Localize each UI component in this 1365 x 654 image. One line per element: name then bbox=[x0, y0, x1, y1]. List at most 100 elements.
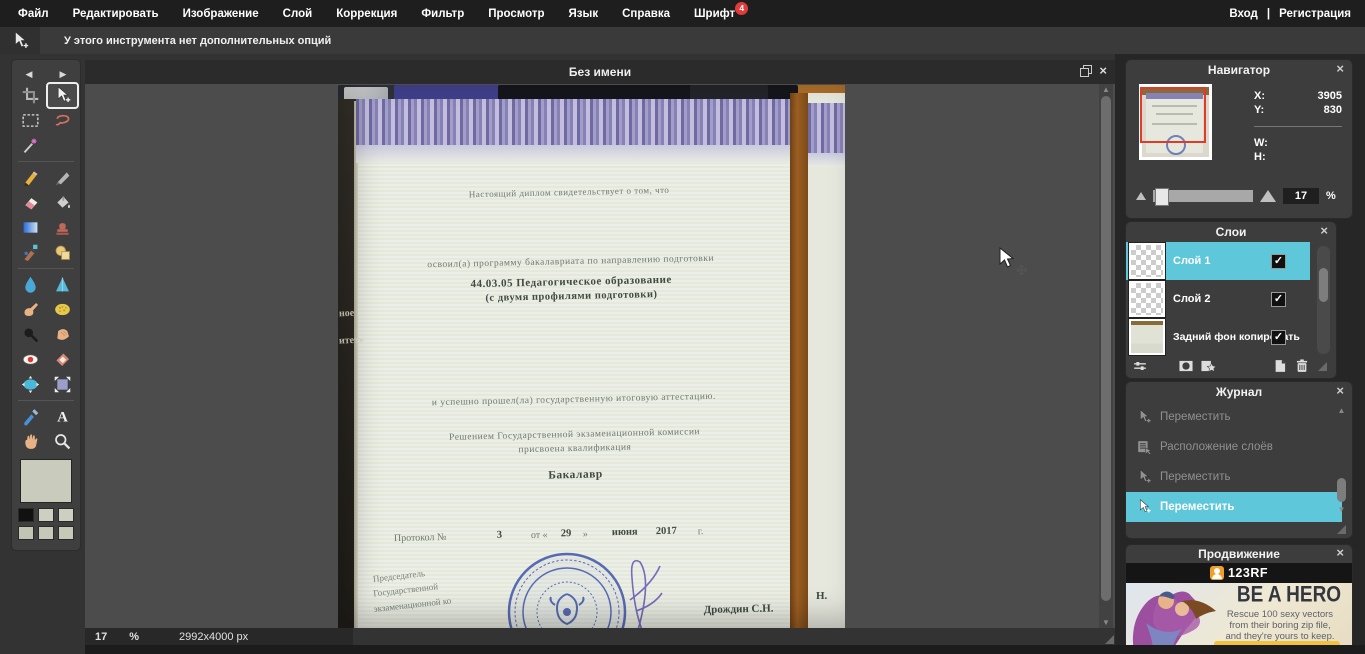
scrollbar-thumb[interactable] bbox=[1101, 96, 1111, 601]
document-title-bar[interactable]: Без имени × bbox=[85, 60, 1115, 84]
tool-magic-wand[interactable] bbox=[16, 134, 45, 157]
canvas-area[interactable]: ное итет» Настоящий диплом свидетельству… bbox=[85, 84, 1115, 628]
login-link[interactable]: Вход bbox=[1229, 8, 1257, 20]
close-document-icon[interactable]: × bbox=[1099, 64, 1107, 77]
register-link[interactable]: Регистрация bbox=[1279, 8, 1351, 20]
mouse-cursor bbox=[998, 247, 1028, 277]
tool-stamp[interactable] bbox=[48, 216, 77, 239]
menu-image[interactable]: Изображение bbox=[183, 8, 259, 20]
color-swatch[interactable] bbox=[18, 526, 34, 540]
tool-pencil[interactable] bbox=[16, 166, 45, 189]
history-resize-handle[interactable] bbox=[1337, 525, 1346, 534]
layer-row[interactable]: Задний фон копировать ✓ bbox=[1126, 318, 1310, 356]
tool-color-brush[interactable] bbox=[16, 241, 45, 264]
history-header[interactable]: Журнал × bbox=[1126, 382, 1352, 402]
color-swatch[interactable] bbox=[58, 526, 74, 540]
zoom-out-mountain-icon[interactable] bbox=[1136, 192, 1146, 200]
history-scroll-down-icon[interactable]: ▼ bbox=[1335, 505, 1348, 514]
layer-row[interactable]: Слой 2 ✓ bbox=[1126, 280, 1310, 318]
canvas-vertical-scrollbar[interactable]: ▲ ▼ bbox=[1099, 84, 1113, 628]
layers-scrollbar[interactable] bbox=[1317, 246, 1330, 354]
color-swatch[interactable] bbox=[18, 508, 34, 522]
layer-styles-icon[interactable] bbox=[1200, 358, 1216, 374]
navigator-close-icon[interactable]: × bbox=[1336, 62, 1344, 75]
tool-red-eye[interactable] bbox=[16, 348, 45, 371]
delete-layer-icon[interactable] bbox=[1294, 358, 1310, 374]
tool-hand[interactable] bbox=[16, 430, 45, 453]
tool-eraser[interactable] bbox=[16, 191, 45, 214]
tool-transform-rect[interactable] bbox=[48, 373, 77, 396]
menu-file[interactable]: Файл bbox=[18, 8, 49, 20]
palette-prev-arrow[interactable]: ◀ bbox=[26, 69, 33, 80]
zoom-slider-handle[interactable] bbox=[1155, 188, 1169, 206]
tool-text[interactable] bbox=[48, 405, 77, 428]
menu-help[interactable]: Справка bbox=[622, 8, 670, 20]
history-item-active[interactable]: Переместить bbox=[1126, 492, 1342, 522]
menu-edit[interactable]: Редактировать bbox=[73, 8, 159, 20]
history-scrollbar[interactable]: ▲ ▼ bbox=[1335, 406, 1348, 514]
tool-move[interactable] bbox=[48, 84, 77, 107]
palette-next-arrow[interactable]: ▶ bbox=[60, 69, 67, 80]
tool-smudge[interactable] bbox=[16, 298, 45, 321]
foreground-color-swatch[interactable] bbox=[20, 459, 72, 503]
tool-blur[interactable] bbox=[16, 273, 45, 296]
tool-burn[interactable] bbox=[16, 323, 45, 346]
history-item[interactable]: Переместить bbox=[1126, 462, 1352, 492]
menu-filter[interactable]: Фильтр bbox=[421, 8, 464, 20]
layer-visibility-checkbox[interactable]: ✓ bbox=[1271, 254, 1286, 269]
promo-close-icon[interactable]: × bbox=[1336, 546, 1344, 559]
layers-resize-handle[interactable] bbox=[1318, 362, 1327, 371]
menu-font[interactable]: Шрифт4 bbox=[694, 8, 735, 20]
zoom-in-mountain-icon[interactable] bbox=[1260, 190, 1276, 202]
tool-shapes[interactable] bbox=[48, 241, 77, 264]
history-scrollbar-thumb[interactable] bbox=[1337, 478, 1346, 502]
menu-layer[interactable]: Слой bbox=[283, 8, 313, 20]
tool-dodge[interactable] bbox=[48, 323, 77, 346]
menu-view[interactable]: Просмотр bbox=[488, 8, 544, 20]
history-item[interactable]: Переместить bbox=[1126, 402, 1352, 432]
tool-crop[interactable] bbox=[16, 84, 45, 107]
tool-zoom[interactable] bbox=[48, 430, 77, 453]
navigator-view-rect[interactable] bbox=[1140, 87, 1206, 143]
new-layer-icon[interactable] bbox=[1272, 358, 1288, 374]
tool-marquee[interactable] bbox=[16, 109, 45, 132]
tool-heal[interactable] bbox=[48, 348, 77, 371]
color-swatch[interactable] bbox=[38, 508, 54, 522]
font-notification-badge: 4 bbox=[735, 2, 748, 15]
scroll-up-icon[interactable]: ▲ bbox=[1099, 85, 1113, 94]
restore-window-icon[interactable] bbox=[1080, 65, 1091, 76]
tool-lasso[interactable] bbox=[48, 109, 77, 132]
advert-banner[interactable]: BE A HERO Rescue 100 sexy vectors from t… bbox=[1126, 583, 1352, 654]
tool-sponge[interactable] bbox=[48, 298, 77, 321]
scroll-down-icon[interactable]: ▼ bbox=[1099, 618, 1113, 627]
layer-visibility-checkbox[interactable]: ✓ bbox=[1271, 330, 1286, 345]
history-close-icon[interactable]: × bbox=[1336, 384, 1344, 397]
window-resize-handle[interactable] bbox=[1105, 635, 1114, 644]
color-swatch[interactable] bbox=[38, 526, 54, 540]
promo-header[interactable]: Продвижение × bbox=[1126, 545, 1352, 563]
layer-visibility-checkbox[interactable]: ✓ bbox=[1271, 292, 1286, 307]
navigator-thumbnail[interactable] bbox=[1139, 84, 1212, 160]
layers-close-icon[interactable]: × bbox=[1320, 224, 1328, 237]
history-item[interactable]: Расположение слоёв bbox=[1126, 432, 1352, 462]
layer-row[interactable]: Слой 1 ✓ bbox=[1126, 242, 1310, 280]
status-zoom-value[interactable]: 17 bbox=[95, 631, 107, 643]
zoom-slider[interactable] bbox=[1153, 190, 1253, 202]
layers-header[interactable]: Слои × bbox=[1126, 222, 1336, 242]
tool-transform-ellipse[interactable] bbox=[16, 373, 45, 396]
layer-mask-icon[interactable] bbox=[1178, 358, 1194, 374]
diploma-photo[interactable]: ное итет» Настоящий диплом свидетельству… bbox=[338, 85, 845, 628]
navigator-header[interactable]: Навигатор × bbox=[1126, 60, 1352, 80]
tool-gradient[interactable] bbox=[16, 216, 45, 239]
tool-sharpen[interactable] bbox=[48, 273, 77, 296]
menu-language[interactable]: Язык bbox=[569, 8, 599, 20]
history-scroll-up-icon[interactable]: ▲ bbox=[1335, 406, 1348, 415]
tool-razor[interactable] bbox=[48, 166, 77, 189]
menu-adjust[interactable]: Коррекция bbox=[336, 8, 397, 20]
tool-fill[interactable] bbox=[48, 191, 77, 214]
layers-scrollbar-thumb[interactable] bbox=[1319, 268, 1328, 302]
zoom-value-input[interactable]: 17 bbox=[1283, 188, 1319, 204]
color-swatch[interactable] bbox=[58, 508, 74, 522]
layer-settings-icon[interactable] bbox=[1132, 358, 1148, 374]
tool-eyedropper[interactable] bbox=[16, 405, 45, 428]
